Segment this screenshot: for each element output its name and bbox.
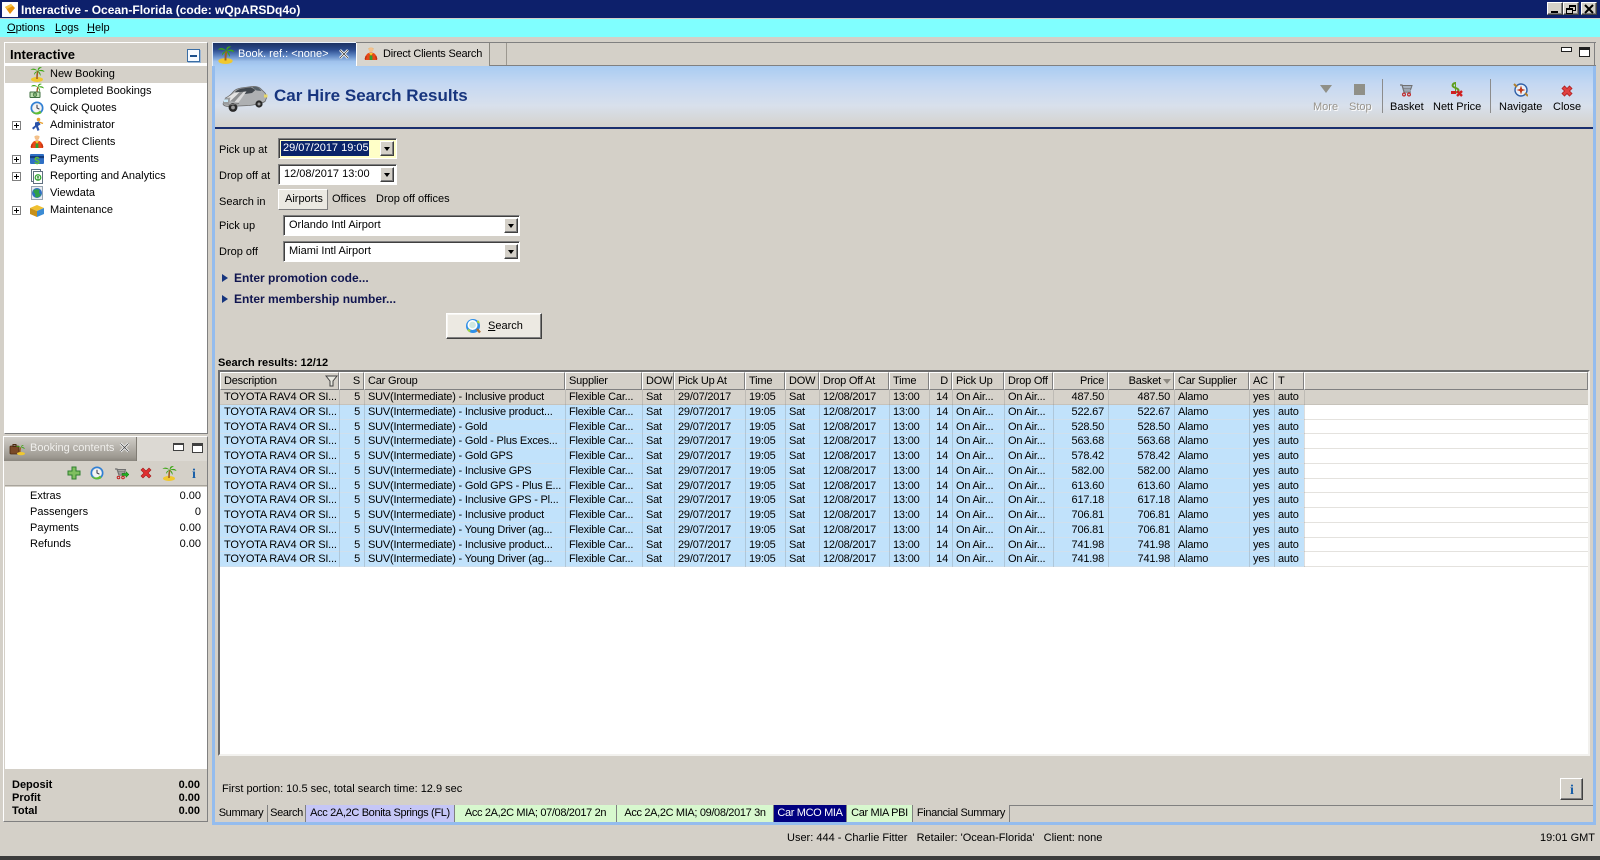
svg-text:i: i: [1570, 783, 1574, 797]
svg-text:i: i: [192, 467, 196, 481]
svg-text:$: $: [34, 156, 40, 167]
